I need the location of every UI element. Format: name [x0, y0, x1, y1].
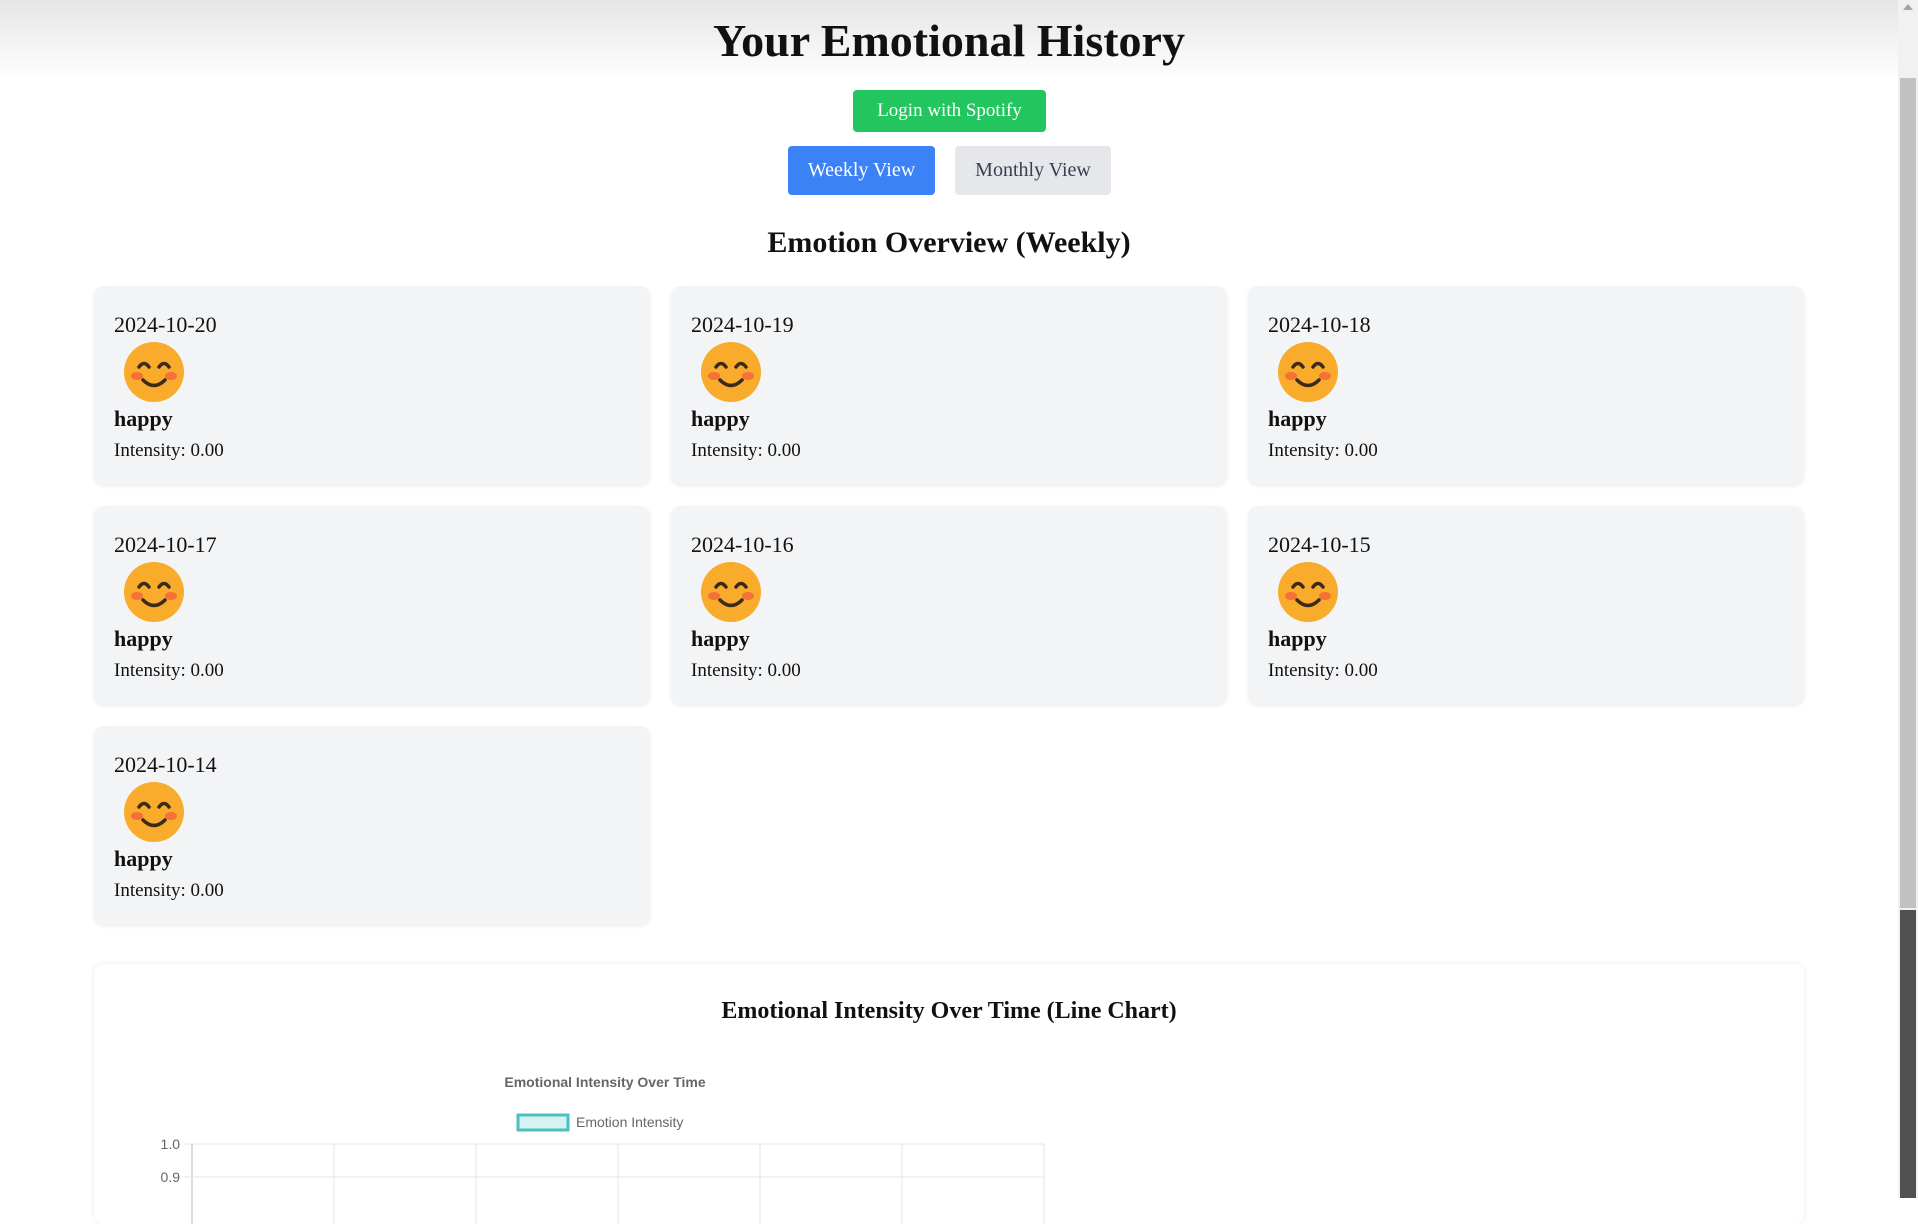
scrollbar-thumb[interactable] — [1900, 78, 1916, 908]
y-tick-label: 0.9 — [161, 1169, 181, 1185]
card-date: 2024-10-18 — [1268, 312, 1371, 337]
emotion-card: 2024-10-15 happy Intensity: 0.00 — [1248, 506, 1804, 704]
emotion-card: 2024-10-17 happy Intensity: 0.00 — [94, 506, 650, 704]
card-emotion: happy — [114, 406, 173, 431]
y-tick-label: 1.0 — [161, 1136, 181, 1152]
smiling-face-icon — [122, 780, 186, 844]
card-intensity: Intensity: 0.00 — [691, 660, 801, 681]
emotion-card: 2024-10-14 happy Intensity: 0.00 — [94, 726, 650, 924]
chart-grid — [184, 1143, 1045, 1224]
card-intensity: Intensity: 0.00 — [114, 440, 224, 461]
card-intensity: Intensity: 0.00 — [114, 880, 224, 901]
chart-card: Emotional Intensity Over Time (Line Char… — [94, 964, 1804, 1224]
chart-title: Emotional Intensity Over Time — [504, 1074, 705, 1090]
smiling-face-icon — [1276, 340, 1340, 404]
page: Your Emotional History Login with Spotif… — [0, 0, 1898, 1224]
weekly-view-button[interactable]: Weekly View — [788, 146, 935, 195]
card-date: 2024-10-19 — [691, 312, 794, 337]
card-intensity: Intensity: 0.00 — [691, 440, 801, 461]
card-date: 2024-10-17 — [114, 532, 217, 557]
card-date: 2024-10-16 — [691, 532, 794, 557]
emotion-card: 2024-10-18 happy Intensity: 0.00 — [1248, 286, 1804, 484]
card-intensity: Intensity: 0.00 — [1268, 440, 1378, 461]
login-spotify-button[interactable]: Login with Spotify — [853, 90, 1046, 132]
legend-label[interactable]: Emotion Intensity — [576, 1114, 683, 1130]
scroll-up-arrow-icon[interactable] — [1903, 4, 1913, 10]
card-intensity: Intensity: 0.00 — [114, 660, 224, 681]
emotion-card: 2024-10-20 happy Intensity: 0.00 — [94, 286, 650, 484]
card-emotion: happy — [1268, 406, 1327, 431]
card-emotion: happy — [1268, 626, 1327, 651]
emotion-card: 2024-10-16 happy Intensity: 0.00 — [671, 506, 1227, 704]
page-title: Your Emotional History — [713, 15, 1185, 66]
smiling-face-icon — [122, 340, 186, 404]
smiling-face-icon — [699, 560, 763, 624]
monthly-view-button[interactable]: Monthly View — [955, 146, 1111, 195]
card-intensity: Intensity: 0.00 — [1268, 660, 1378, 681]
card-emotion: happy — [114, 846, 173, 871]
card-emotion: happy — [691, 626, 750, 651]
smiling-face-icon — [1276, 560, 1340, 624]
y-axis-ticks: 1.0 0.9 — [161, 1136, 181, 1185]
smiling-face-icon — [122, 560, 186, 624]
smiling-face-icon — [699, 340, 763, 404]
overview-title: Emotion Overview (Weekly) — [767, 226, 1131, 259]
card-date: 2024-10-15 — [1268, 532, 1371, 557]
card-emotion: happy — [114, 626, 173, 651]
intensity-line-chart: Emotional Intensity Over Time Emotion In… — [161, 1074, 1045, 1224]
emotion-card: 2024-10-19 happy Intensity: 0.00 — [671, 286, 1227, 484]
card-date: 2024-10-14 — [114, 752, 217, 777]
scrollbar-thumb-active[interactable] — [1900, 910, 1916, 1198]
card-emotion: happy — [691, 406, 750, 431]
card-date: 2024-10-20 — [114, 312, 217, 337]
legend-swatch[interactable] — [516, 1113, 570, 1132]
